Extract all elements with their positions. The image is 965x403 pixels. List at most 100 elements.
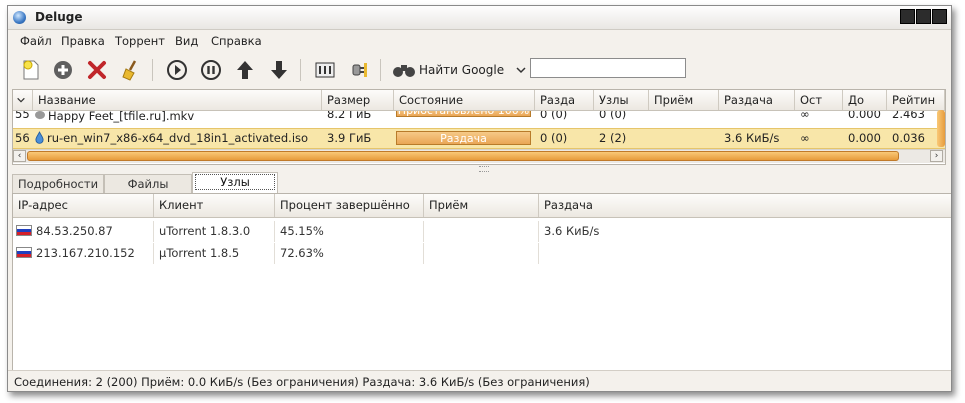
peer-row[interactable]: 213.167.210.152 µTorrent 1.8.5 72.63% [13, 243, 951, 264]
tab-details[interactable]: Подробности [12, 174, 104, 194]
pause-icon [201, 60, 221, 80]
torrent-availability: 0.000 [848, 131, 881, 145]
torrent-row[interactable]: 55 Happy Feet_[tfile.ru].mkv 8.2 ГиБ При… [13, 111, 945, 123]
broom-icon [122, 60, 137, 81]
deluge-window: Deluge Файл Правка Торрент Вид Справка Н… [7, 5, 952, 392]
plug-icon [352, 63, 367, 77]
peer-up: 3.6 КиБ/s [544, 224, 600, 238]
arrow-down-icon [271, 61, 287, 79]
status-text: Соединения: 2 (200) Приём: 0.0 КиБ/s (Бе… [14, 375, 590, 389]
torrent-peers: 0 (0) [599, 111, 627, 121]
plus-circle-icon [54, 61, 72, 79]
peer-client: uTorrent 1.8.3.0 [154, 221, 275, 242]
torrent-name: Happy Feet_[tfile.ru].mkv [48, 111, 195, 123]
toolbar: Найти Google [8, 53, 951, 86]
torrent-eta: ∞ [800, 131, 810, 145]
col-client[interactable]: Клиент [154, 194, 275, 217]
torrent-seeds: 0 (0) [540, 111, 568, 121]
menu-view[interactable]: Вид [175, 34, 198, 48]
torrent-list: Название Размер Состояние Разда Узлы При… [12, 89, 946, 165]
torrent-row-selected[interactable]: 56 ru-en_win7_x86-x64_dvd_18in1_activate… [13, 128, 945, 149]
peers-list-header: IP-адрес Клиент Процент завершённо Приём… [13, 194, 951, 218]
russia-flag-icon [16, 247, 32, 258]
google-search-label: Найти Google [419, 63, 505, 77]
search-input[interactable] [530, 58, 686, 78]
col-upload-speed[interactable]: Раздача [719, 90, 795, 110]
torrent-down [649, 129, 719, 148]
peer-row[interactable]: 84.53.250.87 uTorrent 1.8.3.0 45.15% 3.6… [13, 221, 951, 242]
sort-toggle[interactable] [13, 90, 33, 110]
col-percent[interactable]: Процент завершённо [275, 194, 424, 217]
hscroll-thumb[interactable] [27, 151, 899, 161]
russia-flag-icon [16, 225, 32, 236]
torrent-availability: 0.000 [848, 111, 881, 121]
peer-ip: 213.167.210.152 [36, 246, 135, 260]
deluge-logo-icon [13, 11, 26, 24]
paused-icon [35, 111, 45, 119]
play-icon [167, 60, 187, 80]
col-peer-down[interactable]: Приём [424, 194, 539, 217]
tab-files[interactable]: Файлы [104, 174, 192, 194]
menu-bar: Файл Правка Торрент Вид Справка [8, 31, 951, 51]
title-bar: Deluge [8, 6, 951, 30]
torrent-name: ru-en_win7_x86-x64_dvd_18in1_activated.i… [47, 131, 309, 145]
resume-button[interactable] [164, 57, 190, 83]
close-window-button[interactable] [932, 9, 947, 24]
minimize-button[interactable] [900, 9, 915, 24]
peers-list: IP-адрес Клиент Процент завершённо Приём… [12, 193, 951, 371]
add-torrent-button[interactable] [18, 57, 44, 83]
chevron-down-icon [17, 97, 25, 103]
add-button[interactable] [50, 57, 76, 83]
col-state[interactable]: Состояние [394, 90, 535, 110]
peer-down [424, 221, 539, 242]
col-name[interactable]: Название [33, 90, 322, 110]
torrent-down [649, 111, 719, 123]
col-size[interactable]: Размер [322, 90, 394, 110]
clear-button[interactable] [118, 57, 144, 83]
col-eta[interactable]: Ост [795, 90, 843, 110]
peer-percent: 45.15% [275, 221, 424, 242]
remove-torrent-button[interactable] [84, 57, 110, 83]
torrent-progress-bar: Раздача [396, 131, 531, 145]
torrent-peers: 2 (2) [599, 131, 627, 145]
torrent-up: 3.6 КиБ/s [724, 131, 780, 145]
col-peers[interactable]: Узлы [594, 90, 649, 110]
preferences-button[interactable] [312, 57, 338, 83]
torrent-size: 3.9 ГиБ [327, 131, 372, 145]
menu-edit[interactable]: Правка [61, 34, 105, 48]
scroll-left-button[interactable]: ‹ [13, 150, 26, 162]
queue-down-button[interactable] [266, 57, 292, 83]
torrent-list-hscrollbar[interactable]: ‹ › [13, 149, 945, 163]
peer-client: µTorrent 1.8.5 [154, 243, 275, 264]
menu-file[interactable]: Файл [20, 34, 52, 48]
menu-help[interactable]: Справка [211, 34, 262, 48]
remove-x-icon [88, 61, 106, 79]
col-download-speed[interactable]: Приём [649, 90, 719, 110]
torrent-list-header: Название Размер Состояние Разда Узлы При… [13, 90, 945, 111]
maximize-button[interactable] [916, 9, 931, 24]
torrent-up [719, 111, 795, 123]
peer-percent: 72.63% [275, 243, 424, 264]
col-availability[interactable]: До [843, 90, 887, 110]
seeding-drop-icon [35, 131, 44, 144]
arrow-up-icon [237, 61, 253, 79]
queue-up-button[interactable] [232, 57, 258, 83]
vscroll-thumb[interactable] [937, 110, 945, 147]
google-search-button[interactable]: Найти Google [392, 59, 527, 81]
connection-manager-button[interactable] [346, 57, 372, 83]
torrent-seeds: 0 (0) [540, 131, 568, 145]
peer-ip: 84.53.250.87 [36, 224, 113, 238]
col-ip[interactable]: IP-адрес [13, 194, 154, 217]
window-title: Deluge [35, 10, 83, 24]
preferences-icon [315, 62, 335, 78]
col-peer-up[interactable]: Раздача [539, 194, 951, 217]
pause-button[interactable] [198, 57, 224, 83]
details-tabs: Подробности Файлы Узлы [12, 172, 951, 194]
scroll-right-button[interactable]: › [930, 150, 943, 162]
menu-torrent[interactable]: Торрент [115, 34, 165, 48]
peer-down [424, 243, 539, 264]
tab-peers[interactable]: Узлы [192, 172, 278, 194]
col-ratio[interactable]: Рейтин [887, 90, 945, 110]
torrent-progress-bar: Приостановлено 100% [396, 111, 531, 117]
col-seeds[interactable]: Разда [535, 90, 594, 110]
